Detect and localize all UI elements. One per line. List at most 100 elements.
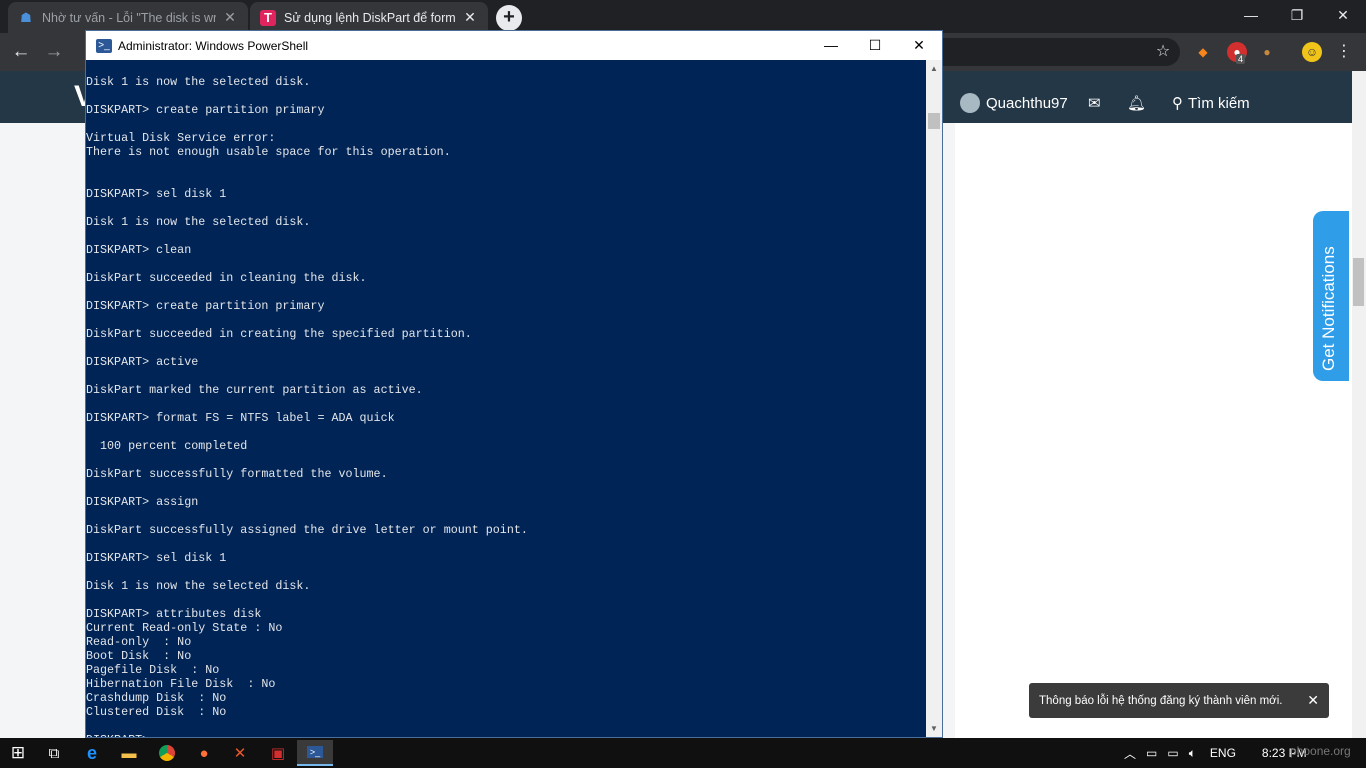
console-line: Disk 1 is now the selected disk. bbox=[86, 75, 311, 89]
console-line: DISKPART> attributes disk bbox=[86, 607, 262, 621]
console-line: Read-only : No bbox=[86, 635, 192, 649]
back-arrow-icon[interactable]: ← bbox=[9, 40, 33, 64]
address-bar[interactable] bbox=[940, 38, 1180, 66]
console-line: DiskPart successfully assigned the drive… bbox=[86, 523, 528, 537]
profile-avatar-icon[interactable]: ☺ bbox=[1302, 42, 1322, 62]
windows-start-icon[interactable]: ⊞ bbox=[0, 740, 36, 766]
tab-title: Sử dụng lệnh DiskPart để format bbox=[284, 10, 456, 25]
console-line: DISKPART> bbox=[86, 733, 926, 737]
ps-close-button[interactable]: ✕ bbox=[896, 31, 942, 60]
tab-close-icon[interactable]: ✕ bbox=[462, 9, 478, 26]
file-explorer-icon[interactable]: ▬ bbox=[111, 740, 147, 766]
console-line: DiskPart successfully formatted the volu… bbox=[86, 467, 388, 481]
powershell-icon: >_ bbox=[96, 38, 112, 53]
toast-message: Thông báo lỗi hệ thống đăng ký thành viê… bbox=[1039, 694, 1283, 707]
browser-minimize-button[interactable]: — bbox=[1228, 0, 1274, 30]
power-icon[interactable]: ▭ bbox=[1146, 746, 1157, 760]
powershell-taskbar-icon[interactable]: >_ bbox=[297, 740, 333, 766]
console-line: Pagefile Disk : No bbox=[86, 663, 220, 677]
console-line: DISKPART> create partition primary bbox=[86, 103, 325, 117]
browser-tab-1[interactable]: ☗ Nhờ tư vấn - Lỗi "The disk is write pr… bbox=[8, 2, 248, 33]
console-line: DISKPART> active bbox=[86, 355, 199, 369]
page-sidebar bbox=[955, 123, 1352, 738]
edge-icon[interactable]: e bbox=[74, 740, 110, 766]
console-line: Crashdump Disk : No bbox=[86, 691, 227, 705]
forward-arrow-icon[interactable]: → bbox=[42, 40, 66, 64]
console-line: DISKPART> sel disk 1 bbox=[86, 187, 227, 201]
console-line: DiskPart succeeded in creating the speci… bbox=[86, 327, 472, 341]
page-scrollbar-thumb[interactable] bbox=[1353, 258, 1364, 306]
console-line: DISKPART> clean bbox=[86, 243, 192, 257]
ps-maximize-button[interactable]: ☐ bbox=[852, 31, 898, 60]
app-icon[interactable]: ▣ bbox=[260, 740, 296, 766]
toast-notification: Thông báo lỗi hệ thống đăng ký thành viê… bbox=[1029, 683, 1329, 718]
tab-title: Nhờ tư vấn - Lỗi "The disk is write prot… bbox=[42, 10, 216, 25]
browser-close-button[interactable]: ✕ bbox=[1320, 0, 1366, 30]
powershell-title: Administrator: Windows PowerShell bbox=[118, 38, 309, 53]
watermark: phoone.org bbox=[1290, 744, 1351, 758]
task-view-icon[interactable]: ⧉ bbox=[36, 740, 72, 766]
console-scrollbar[interactable]: ▲ ▼ bbox=[926, 60, 942, 737]
console-line: Boot Disk : No bbox=[86, 649, 192, 663]
inbox-icon[interactable]: ✉ bbox=[1088, 86, 1101, 120]
console-line: DISKPART> format FS = NTFS label = ADA q… bbox=[86, 411, 395, 425]
console-line: Hibernation File Disk : No bbox=[86, 677, 276, 691]
cookie-extension-icon[interactable]: ● bbox=[1257, 42, 1277, 62]
get-notifications-button[interactable]: Get Notifications bbox=[1313, 211, 1349, 381]
search-label: Tìm kiếm bbox=[1188, 94, 1250, 112]
console-output[interactable]: Disk 1 is now the selected disk. DISKPAR… bbox=[86, 60, 926, 737]
toast-close-icon[interactable]: ✕ bbox=[1307, 692, 1319, 709]
extension-badge: 4 bbox=[1236, 54, 1246, 64]
scroll-up-arrow-icon[interactable]: ▲ bbox=[926, 60, 942, 77]
chrome-menu-icon[interactable]: ⋮ bbox=[1334, 42, 1354, 62]
bookmark-star-icon[interactable]: ☆ bbox=[1153, 42, 1173, 62]
page-scrollbar[interactable] bbox=[1352, 71, 1366, 738]
ccleaner-icon[interactable]: ✕ bbox=[222, 740, 258, 766]
console-line: Clustered Disk : No bbox=[86, 705, 227, 719]
console-line: Disk 1 is now the selected disk. bbox=[86, 215, 311, 229]
browser-restore-button[interactable]: ❐ bbox=[1274, 0, 1320, 30]
console-line: Current Read-only State : No bbox=[86, 621, 283, 635]
volume-icon[interactable]: 🔈︎ bbox=[1189, 746, 1196, 761]
console-line: Disk 1 is now the selected disk. bbox=[86, 579, 311, 593]
username: Quachthu97 bbox=[986, 94, 1068, 112]
scroll-down-arrow-icon[interactable]: ▼ bbox=[926, 720, 942, 737]
language-indicator[interactable]: ENG bbox=[1210, 746, 1236, 760]
chrome-icon[interactable] bbox=[149, 740, 185, 766]
browser-tab-2[interactable]: T Sử dụng lệnh DiskPart để format ✕ bbox=[250, 2, 488, 33]
ps-minimize-button[interactable]: — bbox=[808, 31, 854, 60]
metamask-extension-icon[interactable]: ◆ bbox=[1193, 42, 1213, 62]
search-button[interactable]: ⚲ Tìm kiếm bbox=[1160, 86, 1262, 120]
firefox-icon[interactable]: ● bbox=[186, 740, 222, 766]
console-line: DiskPart marked the current partition as… bbox=[86, 383, 423, 397]
new-tab-button[interactable]: + bbox=[496, 5, 522, 31]
console-scrollbar-thumb[interactable] bbox=[928, 113, 940, 129]
console-line: DISKPART> sel disk 1 bbox=[86, 551, 227, 565]
network-icon[interactable]: ▭ bbox=[1167, 746, 1178, 760]
tab-close-icon[interactable]: ✕ bbox=[222, 9, 238, 26]
bell-icon[interactable]: 🔔︎ bbox=[1127, 86, 1146, 120]
user-menu[interactable]: Quachthu97 bbox=[960, 86, 1068, 120]
powershell-window[interactable]: >_ Administrator: Windows PowerShell — ☐… bbox=[85, 30, 943, 738]
avatar bbox=[960, 93, 980, 113]
chevron-up-icon[interactable]: ︿ bbox=[1124, 745, 1136, 762]
console-line: DiskPart succeeded in cleaning the disk. bbox=[86, 271, 367, 285]
console-line: Virtual Disk Service error: bbox=[86, 131, 276, 145]
